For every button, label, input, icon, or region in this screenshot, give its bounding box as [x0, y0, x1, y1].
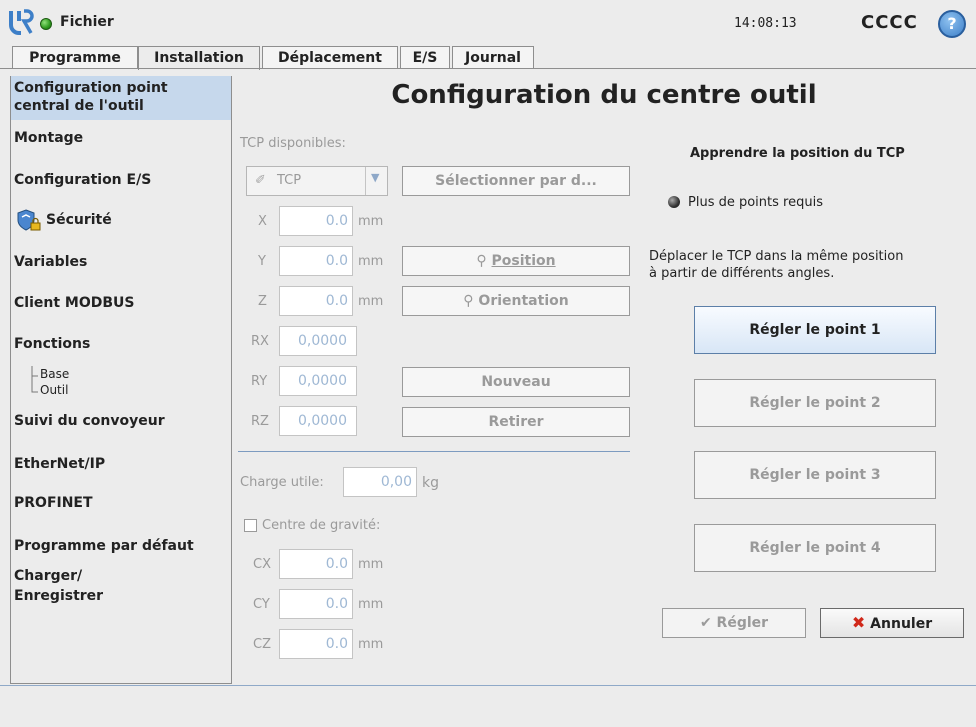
- sidebar-item-configuration-es[interactable]: Configuration E/S: [14, 172, 151, 188]
- position-icon: ⚲: [476, 253, 487, 269]
- page-title: Configuration du centre outil: [391, 80, 817, 110]
- sidebar-subitem-outil[interactable]: Outil: [40, 383, 68, 397]
- tcp-available-label: TCP disponibles:: [240, 136, 346, 151]
- apply-button-label: Régler: [716, 615, 769, 631]
- sidebar-item-suivi-convoyeur[interactable]: Suivi du convoyeur: [14, 413, 165, 429]
- cx-unit: mm: [358, 557, 384, 572]
- teach-instructions-line: à partir de différents angles.: [649, 266, 835, 281]
- payload-field[interactable]: 0,00: [343, 467, 417, 497]
- sidebar-item-programme-defaut[interactable]: Programme par défaut: [14, 538, 194, 554]
- top-bar: [0, 0, 976, 46]
- tree-connector: [31, 366, 38, 393]
- cy-unit: mm: [358, 597, 384, 612]
- sidebar-item-client-modbus[interactable]: Client MODBUS: [14, 295, 134, 311]
- cz-unit: mm: [358, 637, 384, 652]
- set-point-1-button[interactable]: Régler le point 1: [694, 306, 936, 354]
- tab-divider: [0, 68, 976, 69]
- select-divider: [365, 167, 366, 195]
- sidebar-item-label: Enregistrer: [14, 588, 104, 604]
- orientation-button-label: Orientation: [478, 293, 569, 309]
- x-field[interactable]: 0.0: [279, 206, 353, 236]
- orientation-button[interactable]: ⚲ Orientation: [402, 286, 630, 316]
- close-icon: ✖: [851, 613, 866, 632]
- cx-field[interactable]: 0.0: [279, 549, 353, 579]
- footer-bar: [0, 685, 976, 727]
- teach-status-text: Plus de points requis: [688, 195, 823, 210]
- select-default-button[interactable]: Sélectionner par d...: [402, 166, 630, 196]
- tab-deplacement[interactable]: Déplacement: [262, 46, 398, 68]
- sidebar-item-tcp-config[interactable]: Configuration point central de l'outil: [14, 79, 168, 115]
- robot-status-icon: [40, 18, 52, 30]
- cancel-button[interactable]: ✖ Annuler: [820, 608, 964, 638]
- robot-name: CCCC: [861, 12, 918, 33]
- cog-checkbox[interactable]: [244, 519, 257, 532]
- y-label: Y: [258, 254, 266, 269]
- ry-field[interactable]: 0,0000: [279, 366, 357, 396]
- teach-instructions-line: Déplacer le TCP dans la même position: [649, 249, 904, 264]
- apply-button[interactable]: ✔ Régler: [662, 608, 806, 638]
- tcp-edit-icon: ✐: [255, 173, 266, 188]
- section-divider: [238, 451, 630, 452]
- help-icon[interactable]: ?: [938, 10, 966, 38]
- chevron-down-icon: ▼: [371, 171, 380, 184]
- position-button[interactable]: ⚲ Position: [402, 246, 630, 276]
- tab-programme[interactable]: Programme: [12, 46, 138, 68]
- orientation-icon: ⚲: [463, 293, 474, 309]
- sidebar-item-profinet[interactable]: PROFINET: [14, 495, 93, 511]
- set-point-2-button[interactable]: Régler le point 2: [694, 379, 936, 427]
- file-menu[interactable]: Fichier: [60, 14, 114, 30]
- cz-field[interactable]: 0.0: [279, 629, 353, 659]
- cx-label: CX: [253, 557, 271, 572]
- sidebar-subitem-base[interactable]: Base: [40, 367, 69, 381]
- cy-field[interactable]: 0.0: [279, 589, 353, 619]
- payload-unit: kg: [422, 475, 439, 491]
- sidebar-item-securite[interactable]: Sécurité: [16, 208, 112, 232]
- sidebar-item-fonctions[interactable]: Fonctions: [14, 336, 90, 352]
- cancel-button-label: Annuler: [870, 616, 933, 632]
- y-unit: mm: [358, 254, 384, 269]
- teach-instructions: Déplacer le TCP dans la même position à …: [649, 248, 903, 282]
- tcp-select[interactable]: ✐ TCP ▼: [246, 166, 388, 196]
- sidebar-item-label: central de l'outil: [14, 98, 144, 114]
- y-field[interactable]: 0.0: [279, 246, 353, 276]
- x-label: X: [258, 214, 267, 229]
- sidebar-item-variables[interactable]: Variables: [14, 254, 87, 270]
- sidebar-item-ethernet-ip[interactable]: EtherNet/IP: [14, 456, 105, 472]
- sidebar-item-charger-enregistrer[interactable]: Charger/ Enregistrer: [14, 566, 103, 606]
- sidebar-item-label: Charger/: [14, 568, 83, 584]
- payload-label: Charge utile:: [240, 475, 324, 490]
- cz-label: CZ: [253, 637, 271, 652]
- clock: 14:08:13: [734, 16, 797, 31]
- rz-field[interactable]: 0,0000: [279, 406, 357, 436]
- tab-journal[interactable]: Journal: [452, 46, 534, 68]
- cog-label: Centre de gravité:: [262, 518, 381, 533]
- universal-robots-logo-icon: [9, 9, 34, 35]
- teach-status-icon: [668, 196, 680, 208]
- tcp-select-value: TCP: [277, 173, 302, 188]
- remove-tcp-button[interactable]: Retirer: [402, 407, 630, 437]
- tab-installation[interactable]: Installation: [138, 46, 260, 70]
- sidebar-item-montage[interactable]: Montage: [14, 130, 83, 146]
- set-point-3-button[interactable]: Régler le point 3: [694, 451, 936, 499]
- sidebar-item-label: Sécurité: [46, 212, 112, 228]
- rx-field[interactable]: 0,0000: [279, 326, 357, 356]
- rz-label: RZ: [251, 414, 269, 429]
- z-field[interactable]: 0.0: [279, 286, 353, 316]
- x-unit: mm: [358, 214, 384, 229]
- teach-title: Apprendre la position du TCP: [690, 146, 905, 161]
- z-unit: mm: [358, 294, 384, 309]
- new-tcp-button[interactable]: Nouveau: [402, 367, 630, 397]
- position-button-label: Position: [491, 253, 556, 269]
- rx-label: RX: [251, 334, 269, 349]
- set-point-4-button[interactable]: Régler le point 4: [694, 524, 936, 572]
- cy-label: CY: [253, 597, 270, 612]
- check-icon: ✔: [699, 615, 712, 631]
- ry-label: RY: [251, 374, 268, 389]
- sidebar-item-label: Configuration point: [14, 80, 168, 96]
- shield-lock-icon: [17, 209, 41, 231]
- tab-es[interactable]: E/S: [400, 46, 450, 68]
- z-label: Z: [258, 294, 267, 309]
